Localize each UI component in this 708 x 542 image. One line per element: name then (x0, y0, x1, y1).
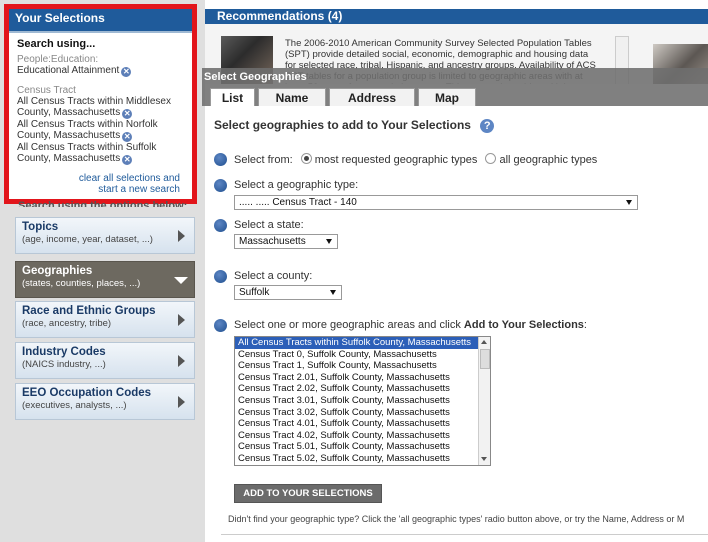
scroll-down-icon[interactable] (481, 457, 487, 461)
dropdown-caret-icon (330, 290, 336, 295)
list-item[interactable]: Census Tract 5.02, Suffolk County, Massa… (235, 453, 490, 465)
step-bullet-icon (214, 319, 227, 332)
listbox-scrollbar[interactable] (478, 337, 490, 465)
nav-race-ethnic-groups[interactable]: Race and Ethnic Groups (race, ancestry, … (15, 301, 195, 338)
list-item[interactable]: Census Tract 3.01, Suffolk County, Massa… (235, 395, 490, 407)
remove-selection-icon[interactable]: ✕ (122, 155, 133, 165)
list-item[interactable]: All Census Tracts within Suffolk County,… (235, 337, 490, 349)
selection-item: All Census Tracts within Suffolk County,… (17, 142, 186, 165)
select-geographies-heading: Select geographies to add to Your Select… (214, 118, 495, 133)
selection-item: Educational Attainment ✕ (17, 65, 186, 77)
tab-name[interactable]: Name (258, 88, 326, 106)
chevron-right-icon (178, 355, 185, 367)
county-select[interactable]: Suffolk (234, 285, 342, 300)
remove-selection-icon[interactable]: ✕ (122, 132, 133, 142)
search-using-title: Search using... (17, 38, 96, 50)
geography-tabs: List Name Address Map (202, 86, 708, 106)
step-bullet-icon (214, 270, 227, 283)
nav-eeo-occupation-codes[interactable]: EEO Occupation Codes (executives, analys… (15, 383, 195, 420)
scroll-up-icon[interactable] (481, 340, 487, 344)
dropdown-caret-icon (326, 239, 332, 244)
selection-item-label: All Census Tracts within Suffolk County,… (17, 142, 157, 164)
list-item[interactable]: Census Tract 1, Suffolk County, Massachu… (235, 360, 490, 372)
dropdown-caret-icon (626, 200, 632, 205)
list-item[interactable]: Census Tract 2.02, Suffolk County, Massa… (235, 383, 490, 395)
radio-all-geographic-types[interactable] (485, 153, 497, 164)
list-item[interactable]: Census Tract 4.01, Suffolk County, Massa… (235, 418, 490, 430)
tab-address[interactable]: Address (329, 88, 415, 106)
chevron-right-icon (178, 396, 185, 408)
clear-selections-link[interactable]: clear all selections and start a new sea… (17, 173, 186, 195)
geo-type-select[interactable]: ..... ..... Census Tract - 140 (234, 195, 638, 210)
step-bullet-icon (214, 219, 227, 232)
your-selections-panel: Your Selections Search using... People:E… (4, 4, 197, 204)
selection-category: People:Education: (17, 54, 99, 65)
list-item[interactable]: Census Tract 0, Suffolk County, Massachu… (235, 349, 490, 361)
step-bullet-icon (214, 153, 227, 166)
selection-item-label: All Census Tracts within Middlesex Count… (17, 96, 171, 118)
tab-map[interactable]: Map (418, 88, 476, 106)
search-options-label: Search using the options below: (18, 200, 188, 207)
divider (221, 534, 708, 535)
help-icon[interactable]: ? (480, 119, 495, 133)
tab-list[interactable]: List (210, 88, 255, 106)
scroll-thumb[interactable] (480, 349, 490, 369)
select-geographies-panel: Select geographies to add to Your Select… (205, 106, 708, 542)
radio-most-requested[interactable] (300, 153, 312, 164)
chevron-right-icon (178, 230, 185, 242)
nav-geographies[interactable]: Geographies (states, counties, places, .… (15, 261, 195, 298)
select-from-row: Select from: most requested geographic t… (234, 153, 598, 166)
chevron-right-icon (178, 314, 185, 326)
chevron-down-icon (174, 277, 188, 284)
list-item[interactable]: Census Tract 2.01, Suffolk County, Massa… (235, 372, 490, 384)
nav-industry-codes[interactable]: Industry Codes (NAICS industry, ...) (15, 342, 195, 379)
footer-note: Didn't find your geographic type? Click … (228, 514, 685, 524)
add-to-your-selections-button[interactable]: ADD TO YOUR SELECTIONS (234, 484, 382, 503)
remove-selection-icon[interactable]: ✕ (122, 109, 133, 119)
selection-category: Census Tract (17, 85, 76, 96)
step-bullet-icon (214, 179, 227, 192)
select-geographies-title: Select Geographies (202, 68, 708, 86)
geographic-areas-listbox[interactable]: All Census Tracts within Suffolk County,… (234, 336, 491, 466)
recommendations-header: Recommendations (4) (205, 0, 708, 24)
state-select[interactable]: Massachusetts (234, 234, 338, 249)
list-item[interactable]: Census Tract 3.02, Suffolk County, Massa… (235, 407, 490, 419)
selection-item: All Census Tracts within Norfolk County,… (17, 119, 186, 142)
selection-item-label: All Census Tracts within Norfolk County,… (17, 119, 158, 141)
county-label: Select a county: (234, 270, 313, 282)
selection-item: All Census Tracts within Middlesex Count… (17, 96, 186, 119)
geo-type-label: Select a geographic type: (234, 179, 359, 191)
state-label: Select a state: (234, 219, 304, 231)
nav-topics[interactable]: Topics (age, income, year, dataset, ...) (15, 217, 195, 254)
remove-selection-icon[interactable]: ✕ (121, 67, 132, 77)
areas-label: Select one or more geographic areas and … (234, 319, 587, 331)
list-item[interactable]: Census Tract 4.02, Suffolk County, Massa… (235, 430, 490, 442)
your-selections-header: Your Selections (9, 9, 192, 33)
selection-item-label: Educational Attainment (17, 65, 120, 76)
list-item[interactable]: Census Tract 5.01, Suffolk County, Massa… (235, 441, 490, 453)
